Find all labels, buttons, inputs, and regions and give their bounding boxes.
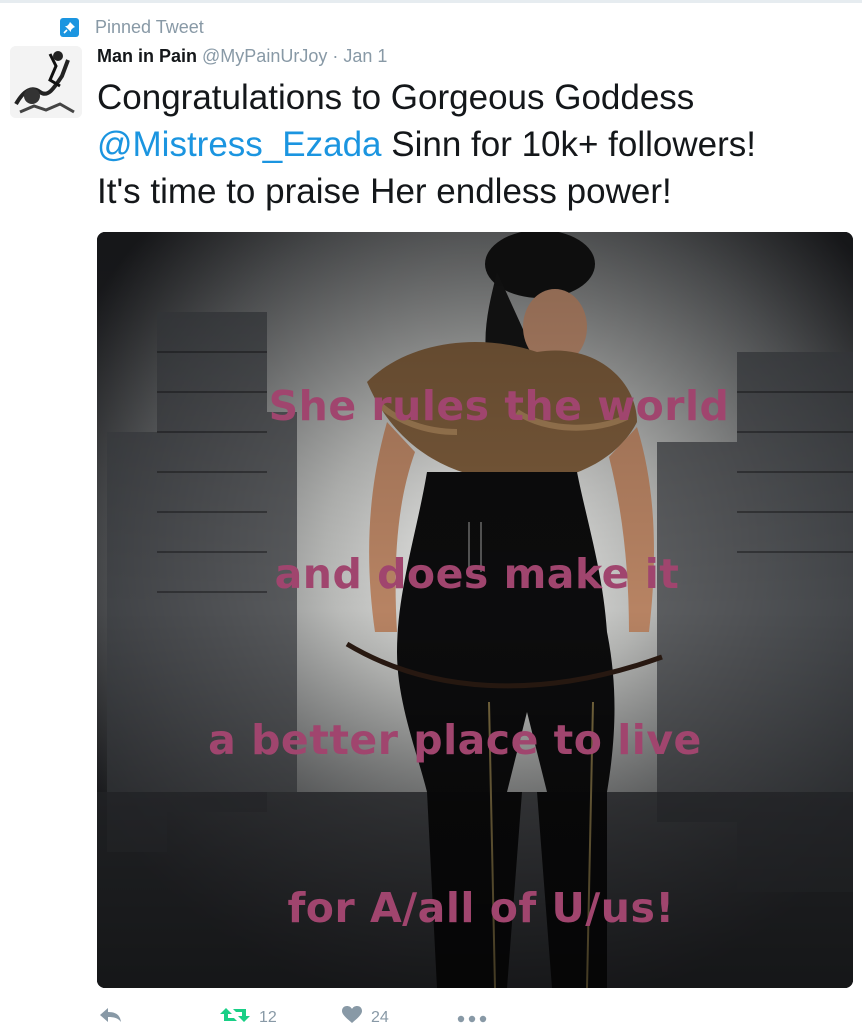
tweet-date[interactable]: Jan 1: [343, 46, 387, 66]
mention-link[interactable]: @Mistress_Ezada: [97, 125, 382, 164]
pinned-tweet-label: Pinned Tweet: [95, 16, 204, 37]
heart-icon: [341, 1006, 363, 1029]
tweet-header: Man in Pain @MyPainUrJoy · Jan 1: [97, 46, 387, 67]
author-handle[interactable]: @MyPainUrJoy: [202, 46, 327, 66]
avatar[interactable]: [10, 46, 82, 118]
author-name[interactable]: Man in Pain: [97, 46, 197, 66]
pin-icon: [60, 17, 79, 37]
tweet-actions: 12 24: [97, 1004, 857, 1026]
overlay-text-line-3: a better place to live: [208, 716, 702, 764]
overlay-text-line-2: and does make it: [274, 550, 680, 598]
image-backdrop: [97, 232, 853, 988]
reply-button[interactable]: [97, 1006, 123, 1029]
separator: ·: [332, 46, 339, 66]
tweet-text-line-2: @Mistress_Ezada Sinn for 10k+ followers!: [97, 121, 857, 168]
reply-icon: [97, 1006, 123, 1029]
tweet-text-line-3: It's time to praise Her endless power!: [97, 172, 672, 211]
retweet-button[interactable]: 12: [219, 1006, 277, 1029]
overlay-text-line-1: She rules the world: [268, 382, 730, 430]
more-icon: [457, 1010, 487, 1028]
top-divider: [0, 0, 862, 3]
overlay-text-line-4: for A/all of U/us!: [287, 884, 675, 932]
tweet-text: Congratulations to Gorgeous Goddess @Mis…: [97, 74, 857, 215]
retweet-icon: [219, 1006, 251, 1029]
tweet-text-line-1: Congratulations to Gorgeous Goddess: [97, 78, 695, 117]
tweet-text-line-2-rest: Sinn for 10k+ followers!: [381, 125, 757, 164]
tweet-image[interactable]: She rules the world and does make it a b…: [97, 232, 853, 988]
more-button[interactable]: [457, 1010, 487, 1028]
pinned-tweet-header: Pinned Tweet: [60, 15, 204, 39]
like-button[interactable]: 24: [341, 1006, 389, 1029]
